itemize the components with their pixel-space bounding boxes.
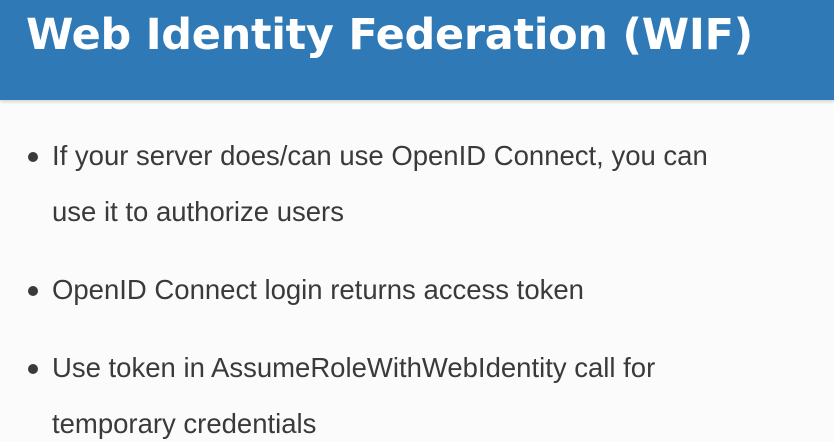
bullet-dot-icon [28, 364, 38, 374]
bullet-dot-icon [28, 286, 38, 296]
bullet-line: If your server does/can use OpenID Conne… [52, 140, 708, 171]
slide-title: Web Identity Federation (WIF) [26, 10, 754, 60]
bullet-line: temporary credentials [52, 408, 317, 439]
bullet-text: OpenID Connect login returns access toke… [52, 262, 834, 318]
bullet-line: use it to authorize users [52, 196, 344, 227]
bullet-dot-icon [28, 152, 38, 162]
title-bar: Web Identity Federation (WIF) [0, 0, 834, 100]
bullet-text: Use token in AssumeRoleWithWebIdentity c… [52, 340, 834, 442]
bullet-line: OpenID Connect login returns access toke… [52, 274, 584, 305]
bullet-text: If your server does/can use OpenID Conne… [52, 128, 834, 240]
slide: Web Identity Federation (WIF) If your se… [0, 0, 834, 442]
bullet-line: Use token in AssumeRoleWithWebIdentity c… [52, 352, 656, 383]
